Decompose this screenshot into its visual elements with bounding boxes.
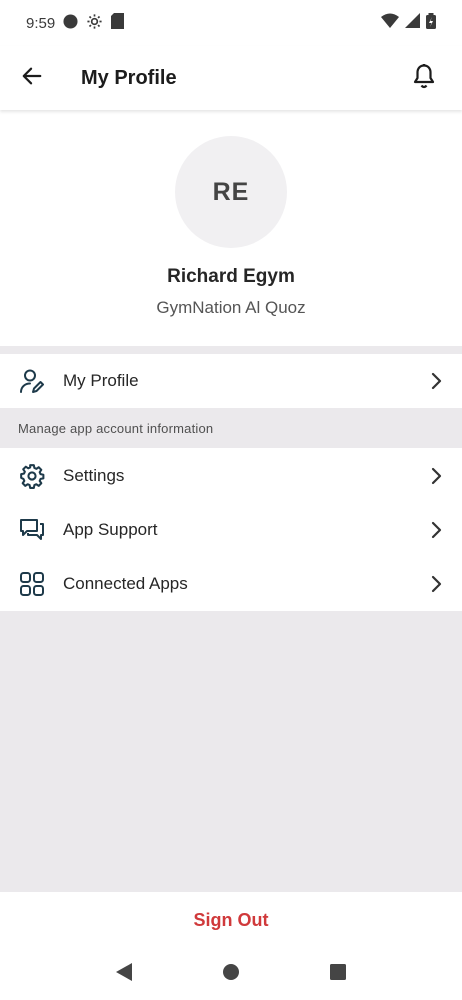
menu-item-label: My Profile xyxy=(63,371,139,390)
sd-card-icon xyxy=(111,13,125,33)
gear-icon xyxy=(17,461,47,491)
arrow-left-icon xyxy=(21,65,43,92)
bell-icon xyxy=(412,63,436,94)
profile-card: RE Richard Egym GymNation Al Quoz xyxy=(0,110,462,346)
menu-item-label: Settings xyxy=(63,466,125,485)
chevron-right-icon xyxy=(424,369,448,393)
nav-home-button[interactable] xyxy=(222,963,240,986)
wifi-icon xyxy=(381,13,399,33)
chevron-right-icon xyxy=(424,518,448,542)
settings-gear-icon xyxy=(86,13,103,34)
status-bar: 9:59 xyxy=(0,0,462,46)
sign-out-button[interactable]: Sign Out xyxy=(194,910,269,931)
menu-item-app-support[interactable]: App Support xyxy=(0,503,462,557)
circle-icon xyxy=(63,13,78,33)
system-nav-bar xyxy=(0,948,462,1000)
avatar-initials: RE xyxy=(212,177,250,206)
nav-recents-button[interactable] xyxy=(329,963,347,986)
signout-bar: Sign Out xyxy=(0,892,462,948)
battery-icon xyxy=(426,12,436,34)
grid-icon xyxy=(17,569,47,599)
menu-item-label: App Support xyxy=(63,520,158,539)
back-button[interactable] xyxy=(0,46,64,110)
status-left: 9:59 xyxy=(26,13,125,34)
profile-name: Richard Egym xyxy=(167,266,295,287)
section-header: Manage app account information xyxy=(0,408,462,448)
menu-item-connected-apps[interactable]: Connected Apps xyxy=(0,557,462,611)
nav-back-button[interactable] xyxy=(115,962,133,987)
notifications-button[interactable] xyxy=(392,46,456,110)
menu-item-my-profile[interactable]: My Profile xyxy=(0,354,462,408)
status-time: 9:59 xyxy=(26,14,56,32)
avatar: RE xyxy=(175,136,287,248)
profile-gym: GymNation Al Quoz xyxy=(156,298,306,317)
user-edit-icon xyxy=(17,366,47,396)
page-title: My Profile xyxy=(81,66,177,89)
chevron-right-icon xyxy=(424,464,448,488)
chevron-right-icon xyxy=(424,572,448,596)
app-bar: My Profile xyxy=(0,46,462,110)
chat-icon xyxy=(17,515,47,545)
menu-item-settings[interactable]: Settings xyxy=(0,449,462,503)
signal-icon xyxy=(405,13,420,33)
status-right xyxy=(381,12,436,34)
menu-item-label: Connected Apps xyxy=(63,574,188,593)
